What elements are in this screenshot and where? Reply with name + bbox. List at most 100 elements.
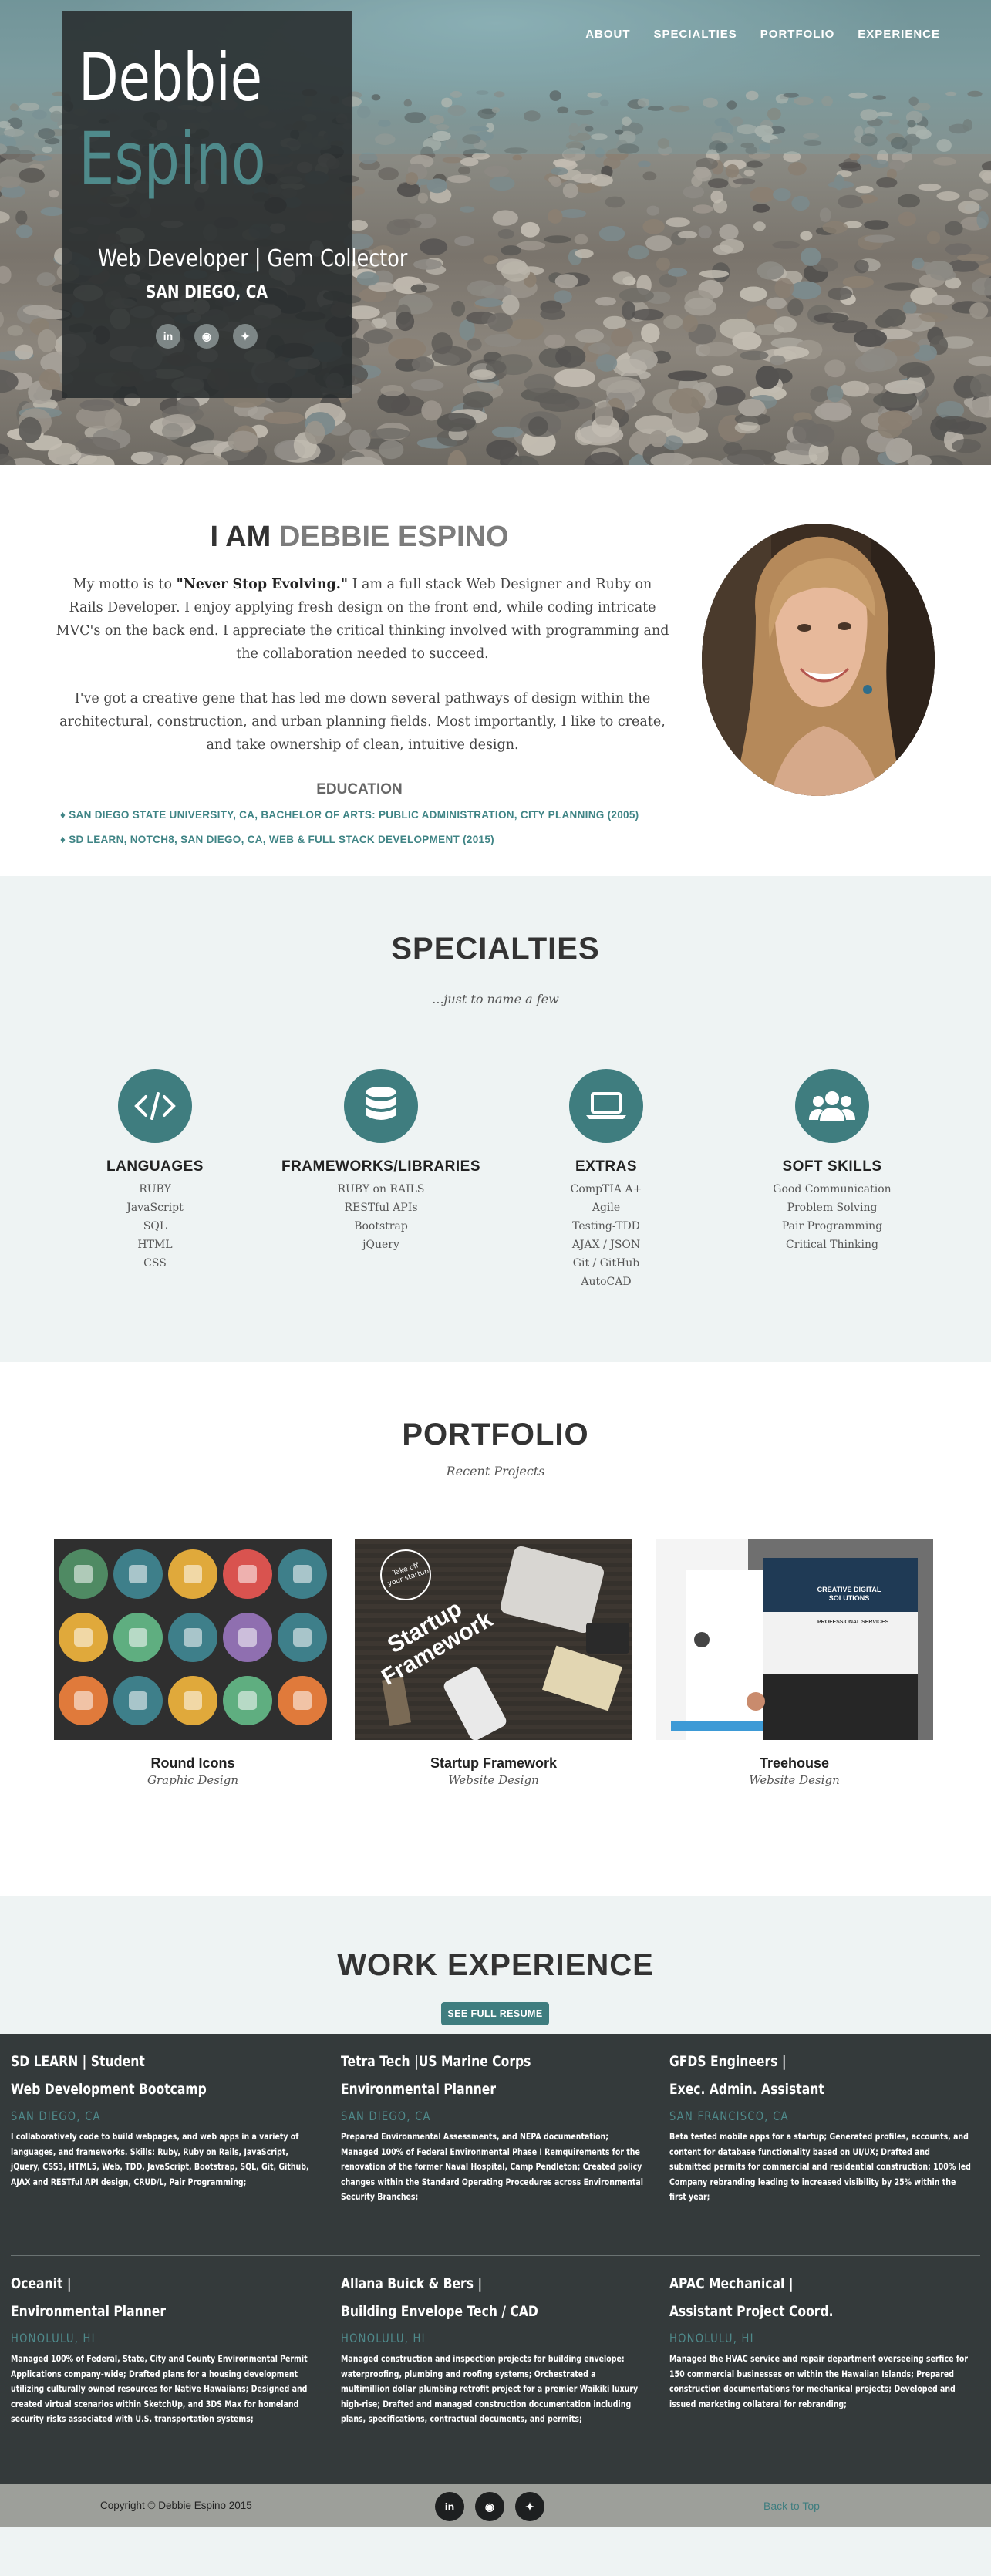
job-company: Allana Buick & Bers | <box>341 2270 591 2298</box>
job-role: Building Envelope Tech / CAD <box>341 2298 591 2325</box>
specialty-item: CompTIA A+ <box>506 1180 706 1199</box>
job-role: Web Development Bootcamp <box>11 2075 261 2103</box>
github-icon[interactable]: ◉ <box>475 2492 504 2521</box>
job-location: HONOLULU, HI <box>11 2325 261 2352</box>
job-company: APAC Mechanical | <box>669 2270 919 2298</box>
motto-intro: My motto is to <box>73 577 177 592</box>
copyright-text: Copyright © Debbie Espino 2015 <box>100 2500 252 2511</box>
portfolio-item-title[interactable]: Treehouse <box>656 1755 933 1772</box>
portrait-illustration <box>702 524 935 796</box>
users-icon <box>795 1069 869 1143</box>
job-description: Managed 100% of Federal, State, City and… <box>11 2352 315 2427</box>
job-description: Beta tested mobile apps for a startup; G… <box>669 2129 973 2205</box>
job-location: SAN FRANCISCO, CA <box>669 2103 919 2129</box>
specialty-item: JavaScript <box>55 1199 255 1217</box>
nav-portfolio[interactable]: PORTFOLIO <box>760 28 835 41</box>
portfolio-title: PORTFOLIO <box>0 1418 991 1452</box>
round-icons-artwork <box>54 1539 332 1740</box>
about-section: I AM DEBBIE ESPINO My motto is to "Never… <box>0 465 991 876</box>
github-icon[interactable]: ◉ <box>194 324 219 349</box>
nav-specialties[interactable]: SPECIALTIES <box>654 28 737 41</box>
work-experience-title: WORK EXPERIENCE <box>0 1948 991 1983</box>
specialty-item: CSS <box>55 1254 255 1273</box>
specialty-column-languages: LANGUAGES RUBY JavaScript SQL HTML CSS <box>55 1069 255 1273</box>
treehouse-services-label: PROFESSIONAL SERVICES <box>817 1620 888 1625</box>
education-item: ♦ SD LEARN, NOTCH8, SAN DIEGO, CA, WEB &… <box>60 834 639 845</box>
job-entry: APAC Mechanical | Assistant Project Coor… <box>669 2270 974 2412</box>
specialty-items: RUBY on RAILS RESTful APIs Bootstrap jQu… <box>281 1180 481 1254</box>
portfolio-item-round-icons[interactable]: Round Icons Graphic Design <box>54 1539 332 1787</box>
treehouse-headline: CREATIVE DIGITAL SOLUTIONS <box>807 1586 892 1603</box>
main-nav: ABOUT SPECIALTIES PORTFOLIO EXPERIENCE <box>585 28 940 41</box>
portfolio-thumbnail[interactable] <box>54 1539 332 1740</box>
specialty-item: Good Communication <box>732 1180 932 1199</box>
specialty-title: EXTRAS <box>506 1158 706 1175</box>
portfolio-item-treehouse[interactable]: CREATIVE DIGITAL SOLUTIONS PROFESSIONAL … <box>656 1539 933 1787</box>
job-description: Managed construction and inspection proj… <box>341 2352 645 2427</box>
specialty-item: jQuery <box>281 1236 481 1254</box>
specialty-item: SQL <box>55 1217 255 1236</box>
job-role: Assistant Project Coord. <box>669 2298 919 2325</box>
job-company: SD LEARN | Student <box>11 2048 261 2075</box>
linkedin-icon[interactable]: in <box>435 2492 464 2521</box>
back-to-top-link[interactable]: Back to Top <box>763 2500 820 2512</box>
work-experience-panel: SD LEARN | Student Web Development Bootc… <box>0 2034 991 2484</box>
database-icon <box>344 1069 418 1143</box>
job-description: Prepared Environmental Assessments, and … <box>341 2129 645 2205</box>
job-role: Exec. Admin. Assistant <box>669 2075 919 2103</box>
specialties-subtitle: ...just to name a few <box>0 992 991 1006</box>
education-item: ♦ SAN DIEGO STATE UNIVERSITY, CA, BACHEL… <box>60 809 639 821</box>
linkedin-icon[interactable]: in <box>156 324 180 349</box>
specialty-item: Critical Thinking <box>732 1236 932 1254</box>
laptop-icon <box>569 1069 643 1143</box>
specialty-column-frameworks: FRAMEWORKS/LIBRARIES RUBY on RAILS RESTf… <box>281 1069 481 1254</box>
job-company: Oceanit | <box>11 2270 261 2298</box>
bottom-strip <box>0 2527 991 2576</box>
specialty-title: FRAMEWORKS/LIBRARIES <box>281 1158 481 1175</box>
specialty-items: Good Communication Problem Solving Pair … <box>732 1180 932 1254</box>
job-entry: Tetra Tech |US Marine Corps Environmenta… <box>341 2048 645 2205</box>
job-location: SAN DIEGO, CA <box>11 2103 261 2129</box>
about-heading-prefix: I AM <box>210 521 278 553</box>
specialty-item: Bootstrap <box>281 1217 481 1236</box>
specialty-item: HTML <box>55 1236 255 1254</box>
work-experience-section: WORK EXPERIENCE SEE FULL RESUME SD LEARN… <box>0 1896 991 2484</box>
see-full-resume-button[interactable]: SEE FULL RESUME <box>441 2002 549 2025</box>
portfolio-item-title[interactable]: Round Icons <box>54 1755 332 1772</box>
about-heading: I AM DEBBIE ESPINO <box>51 521 668 554</box>
job-entry: Allana Buick & Bers | Building Envelope … <box>341 2270 645 2427</box>
specialty-item: RUBY on RAILS <box>281 1180 481 1199</box>
specialty-title: LANGUAGES <box>55 1158 255 1175</box>
nav-experience[interactable]: EXPERIENCE <box>858 28 940 41</box>
site-footer: Copyright © Debbie Espino 2015 in ◉ ✦ Ba… <box>0 2484 991 2527</box>
portfolio-item-title[interactable]: Startup Framework <box>355 1755 632 1772</box>
twitter-icon[interactable]: ✦ <box>233 324 258 349</box>
motto-text: "Never Stop Evolving." <box>177 577 348 592</box>
portfolio-item-category: Website Design <box>355 1773 632 1787</box>
specialty-column-extras: EXTRAS CompTIA A+ Agile Testing-TDD AJAX… <box>506 1069 706 1291</box>
specialty-item: Pair Programming <box>732 1217 932 1236</box>
about-heading-name: DEBBIE ESPINO <box>279 521 509 553</box>
about-paragraph-2: I've got a creative gene that has led me… <box>54 687 671 757</box>
about-paragraph-1: My motto is to "Never Stop Evolving." I … <box>54 573 671 666</box>
portfolio-thumbnail[interactable]: Take off your startup Startup Framework <box>355 1539 632 1740</box>
specialties-title: SPECIALTIES <box>0 932 991 966</box>
specialty-item: RUBY <box>55 1180 255 1199</box>
first-name: Debbie <box>79 39 278 117</box>
specialty-item: Problem Solving <box>732 1199 932 1217</box>
twitter-icon[interactable]: ✦ <box>515 2492 544 2521</box>
portfolio-thumbnail[interactable]: CREATIVE DIGITAL SOLUTIONS PROFESSIONAL … <box>656 1539 933 1740</box>
job-location: SAN DIEGO, CA <box>341 2103 591 2129</box>
work-divider <box>11 2255 980 2256</box>
job-description: Managed the HVAC service and repair depa… <box>669 2352 973 2412</box>
nav-about[interactable]: ABOUT <box>585 28 630 41</box>
job-company: GFDS Engineers | <box>669 2048 919 2075</box>
specialty-item: AJAX / JSON <box>506 1236 706 1254</box>
job-location: HONOLULU, HI <box>669 2325 919 2352</box>
portfolio-item-category: Website Design <box>656 1773 933 1787</box>
portfolio-subtitle: Recent Projects <box>0 1464 991 1479</box>
portfolio-item-startup-framework[interactable]: Take off your startup Startup Framework … <box>355 1539 632 1787</box>
last-name: Espino <box>79 117 278 202</box>
job-role: Environmental Planner <box>341 2075 591 2103</box>
specialty-item: Agile <box>506 1199 706 1217</box>
